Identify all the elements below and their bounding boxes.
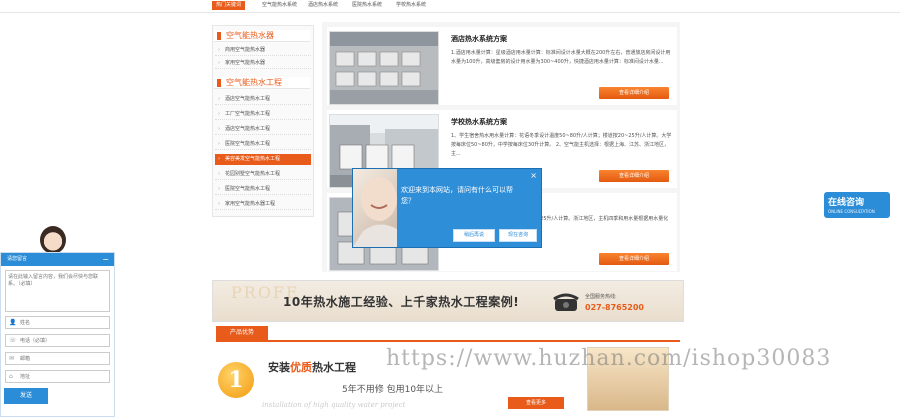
email-input[interactable] <box>20 354 106 363</box>
user-icon: 👤 <box>9 319 17 326</box>
address-field[interactable]: ⌂ <box>5 370 110 383</box>
banner-headline: 10年热水施工经验、上千家热水工程案例! <box>283 295 520 309</box>
phone-input[interactable] <box>20 336 106 345</box>
nav-link-hospital[interactable]: 医院热水系统 <box>352 1 382 10</box>
message-panel-header[interactable]: 请您留言 − <box>1 253 114 266</box>
product-advantage-tab[interactable]: 产品优势 <box>216 326 268 340</box>
advantage-title-highlight: 优质 <box>290 361 312 374</box>
popup-message: 欢迎来到本网站，请问有什么可以帮您？ <box>401 186 513 205</box>
sidebar-item[interactable]: 商用空气能热水器 <box>215 45 311 56</box>
online-consult-button[interactable]: 在线咨询 ONLINE CONSULTATION <box>824 192 890 218</box>
view-details-button[interactable]: 查看详细介绍 <box>599 170 669 182</box>
name-field[interactable]: 👤 <box>5 316 110 329</box>
phone-icon: ☏ <box>9 337 17 344</box>
watermark-text: https://www.huzhan.com/ishop30083 <box>386 346 832 371</box>
view-more-button[interactable]: 查看更多 <box>508 397 564 409</box>
case-description: 1、学生宿舍热水用水量计算：花语冬季设计温度50~80升/人计算；楼道按20~2… <box>451 133 672 157</box>
hot-keywords-tab[interactable]: 热门关键词 <box>212 1 246 10</box>
sidebar-item[interactable]: 家用空气能热水器 <box>215 58 311 69</box>
advantage-subtitle: 5年不用修 包用10年以上 <box>342 385 444 395</box>
message-panel-title: 请您留言 <box>7 256 28 262</box>
sidebar-section-projects: 空气能热水工程 <box>214 77 310 89</box>
welcome-popup: × 欢迎来到本网站，请问有什么可以帮您？ 稍后再说 现在咨询 <box>352 168 542 248</box>
sidebar-item[interactable]: 花园别墅空气能热水工程 <box>215 169 311 180</box>
consult-now-button[interactable]: 现在咨询 <box>499 229 537 242</box>
phone-field[interactable]: ☏ <box>5 334 110 347</box>
hotline-number: 027-8765200 <box>585 303 644 312</box>
advantage-title: 安装优质热水工程 <box>268 359 356 375</box>
experience-banner[interactable]: PROFE 10年热水施工经验、上千家热水工程案例! 全国服务热线: 027-8… <box>212 280 684 322</box>
sidebar-item[interactable]: 酒店空气能热水工程 <box>215 94 311 105</box>
case-title[interactable]: 学校热水系统方案 <box>451 117 507 127</box>
sidebar-item[interactable]: 医院空气能热水工程 <box>215 184 311 195</box>
view-details-button[interactable]: 查看详细介绍 <box>599 87 669 99</box>
sidebar-item[interactable]: 家用空气能热水器工程 <box>215 199 311 210</box>
nav-link-air-energy[interactable]: 空气能热水系统 <box>262 1 297 10</box>
case-card-hotel: 酒店热水系统方案 1.酒店用水量计算：星级酒店用水量计算：标准间设计水量大概在2… <box>327 27 677 105</box>
name-input[interactable] <box>20 318 106 327</box>
sidebar-item[interactable]: 医院空气能热水工程 <box>215 139 311 150</box>
case-image-hotel[interactable] <box>329 31 439 105</box>
advantage-title-suffix: 热水工程 <box>312 361 356 374</box>
top-keyword-bar: 热门关键词 空气能热水系统 酒店热水系统 医院热水系统 学校热水系统 <box>0 0 900 13</box>
case-description: 1.酒店用水量计算：星级酒店用水量计算：标准间设计水量大概在200升左右，普通旅… <box>451 50 671 65</box>
sidebar-item[interactable]: 工厂空气能热水工程 <box>215 109 311 120</box>
sidebar-item[interactable]: 酒店空气能热水工程 <box>215 124 311 135</box>
message-textarea[interactable] <box>5 270 110 312</box>
telephone-icon <box>553 291 579 315</box>
section-divider <box>216 340 680 342</box>
online-consult-title: 在线咨询 <box>828 198 865 208</box>
later-button[interactable]: 稍后再说 <box>453 229 495 242</box>
support-agent-photo <box>353 169 397 247</box>
sidebar-item-active[interactable]: 美容美发空气能热水工程 <box>215 154 311 165</box>
advantage-title-prefix: 安装 <box>268 361 290 374</box>
address-input[interactable] <box>20 372 106 381</box>
nav-link-hotel[interactable]: 酒店热水系统 <box>308 1 338 10</box>
email-field[interactable]: ✉ <box>5 352 110 365</box>
home-icon: ⌂ <box>9 373 13 380</box>
case-title[interactable]: 酒店热水系统方案 <box>451 34 507 44</box>
mail-icon: ✉ <box>9 355 15 362</box>
advantage-english-caption: installation of high quality water proje… <box>262 401 406 409</box>
view-details-button[interactable]: 查看详细介绍 <box>599 253 669 265</box>
category-sidebar: 空气能热水器 商用空气能热水器 家用空气能热水器 空气能热水工程 酒店空气能热水… <box>212 25 314 217</box>
hotline-label: 全国服务热线: <box>585 294 617 300</box>
nav-link-school[interactable]: 学校热水系统 <box>396 1 426 10</box>
sidebar-section-heaters: 空气能热水器 <box>214 30 310 42</box>
minimize-icon[interactable]: − <box>102 253 109 266</box>
online-consult-subtitle: ONLINE CONSULTATION <box>828 209 875 214</box>
close-icon[interactable]: × <box>530 171 537 180</box>
advantage-number-badge: 1 <box>218 362 254 398</box>
avatar <box>40 226 66 254</box>
send-button[interactable]: 发送 <box>4 388 48 404</box>
